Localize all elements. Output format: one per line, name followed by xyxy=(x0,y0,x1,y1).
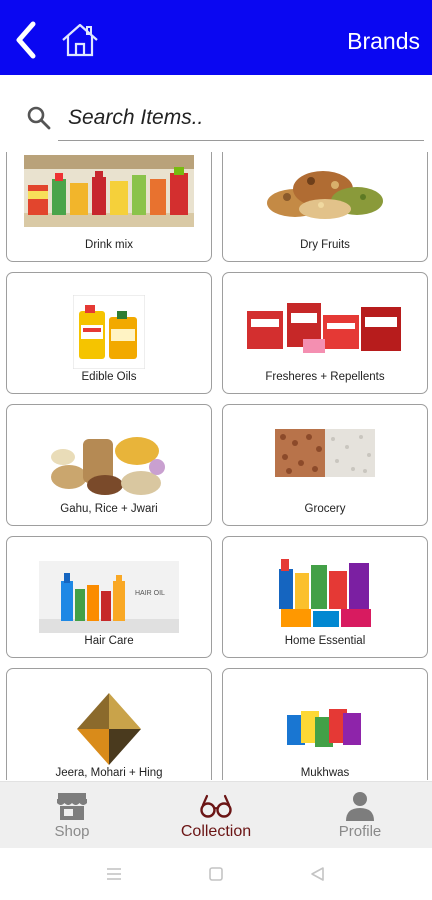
search-icon[interactable] xyxy=(26,105,52,131)
category-label: Edible Oils xyxy=(81,371,137,383)
category-label: Hair Care xyxy=(84,635,134,647)
category-label: Gahu, Rice + Jwari xyxy=(60,503,158,515)
category-card-mukhwas[interactable]: Mukhwas xyxy=(222,668,428,780)
nav-label-profile: Profile xyxy=(338,823,382,840)
category-card-drink-mix[interactable]: Drink mix xyxy=(6,152,212,262)
bottom-navigation: Shop Collection Profile xyxy=(0,781,432,848)
nav-shop[interactable]: Shop xyxy=(0,782,144,849)
back-triangle-icon[interactable] xyxy=(308,864,328,884)
recent-apps-icon[interactable] xyxy=(104,864,124,884)
search-bar xyxy=(0,95,432,149)
category-label: Grocery xyxy=(304,503,346,515)
spices-image xyxy=(77,693,141,765)
drink-bottles-image xyxy=(24,155,194,227)
nav-label-shop: Shop xyxy=(54,823,90,840)
category-card-hair-care[interactable]: HAIR OIL Hair Care xyxy=(6,536,212,658)
home-button[interactable] xyxy=(60,20,100,60)
category-label: Mukhwas xyxy=(300,767,350,779)
chevron-left-icon xyxy=(16,21,36,59)
home-square-icon[interactable] xyxy=(206,864,226,884)
category-label: Fresheres + Repellents xyxy=(265,371,385,383)
svg-text:HAIR OIL: HAIR OIL xyxy=(135,590,165,597)
category-label: Dry Fruits xyxy=(300,239,350,251)
system-navigation-bar xyxy=(0,848,432,900)
category-card-gahu-rice-jwari[interactable]: Gahu, Rice + Jwari xyxy=(6,404,212,526)
nav-label-collection: Collection xyxy=(180,823,252,840)
category-label: Jeera, Mohari + Hing xyxy=(55,767,163,779)
repellent-boxes-image xyxy=(247,303,401,353)
nav-profile[interactable]: Profile xyxy=(288,782,432,849)
hair-oil-bottles-image: HAIR OIL xyxy=(39,561,179,633)
category-card-fresheres-repellents[interactable]: Fresheres + Repellents xyxy=(222,272,428,394)
nav-collection[interactable]: Collection xyxy=(144,782,288,849)
category-label: Drink mix xyxy=(85,239,133,251)
app-header: Brands xyxy=(0,0,432,75)
page-title: Brands xyxy=(347,28,420,54)
category-card-dry-fruits[interactable]: Dry Fruits xyxy=(222,152,428,262)
oil-bottles-image xyxy=(73,295,145,369)
back-button[interactable] xyxy=(8,18,44,62)
shop-icon xyxy=(57,793,87,820)
category-grid: Drink mix Dry Fruits Edible Oils Fresher… xyxy=(0,152,432,780)
category-card-home-essential[interactable]: Home Essential xyxy=(222,536,428,658)
glasses-icon xyxy=(200,794,232,818)
category-label: Home Essential xyxy=(284,635,366,647)
dry-fruits-image xyxy=(267,171,383,219)
category-card-grocery[interactable]: Grocery xyxy=(222,404,428,526)
home-icon xyxy=(62,23,98,57)
home-products-image xyxy=(279,559,371,627)
category-card-edible-oils[interactable]: Edible Oils xyxy=(6,272,212,394)
profile-icon xyxy=(346,792,374,821)
category-card-jeera-mohari-hing[interactable]: Jeera, Mohari + Hing xyxy=(6,668,212,780)
mukhwas-packets-image xyxy=(287,709,361,747)
search-input[interactable] xyxy=(58,95,424,141)
grocery-grains-image xyxy=(275,429,375,477)
grains-sacks-image xyxy=(51,437,165,495)
